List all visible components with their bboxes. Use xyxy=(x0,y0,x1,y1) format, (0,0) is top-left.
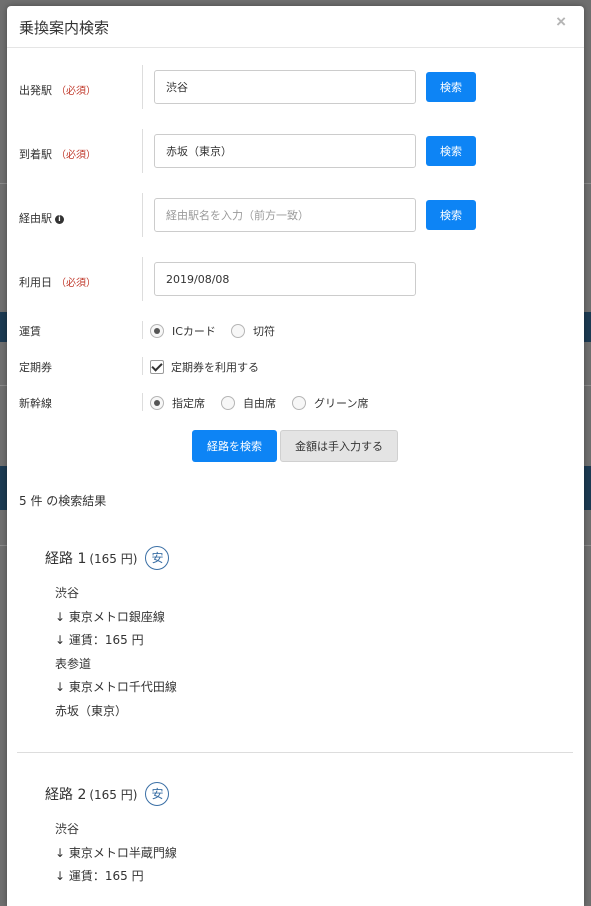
departure-label: 出発駅 （必須） xyxy=(19,82,96,98)
via-input[interactable] xyxy=(154,198,416,232)
shinkansen-label: 新幹線 xyxy=(19,397,52,410)
arrival-label-text: 到着駅 xyxy=(19,148,52,161)
field-separator xyxy=(142,193,143,237)
shinkansen-option-green[interactable]: グリーン席 xyxy=(292,395,368,411)
via-search-button[interactable]: 検索 xyxy=(426,200,476,230)
route-title: 経路 2 xyxy=(45,787,87,803)
required-mark: （必須） xyxy=(56,86,96,97)
field-separator xyxy=(142,257,143,301)
route-step: 表参道 xyxy=(55,656,92,671)
shinkansen-unreserved-label: 自由席 xyxy=(243,397,276,410)
manual-fare-button[interactable]: 金額は手入力する xyxy=(280,430,398,462)
shinkansen-unreserved-radio[interactable] xyxy=(221,396,235,410)
modal-header: 乗換案内検索 × xyxy=(7,6,584,48)
route-title: 経路 1 xyxy=(45,551,87,567)
arrival-input[interactable] xyxy=(154,134,416,168)
date-row: 利用日 （必須） xyxy=(7,257,584,301)
route-divider xyxy=(17,752,573,753)
fare-option-ticket[interactable]: 切符 xyxy=(231,323,275,339)
route-steps: 渋谷 ↓ 東京メトロ銀座線 ↓ 運賃：165 円 表参道 ↓ 東京メトロ千代田線… xyxy=(45,582,545,723)
via-label-text: 経由駅 xyxy=(19,212,52,225)
via-row: 経由駅i 検索 xyxy=(7,193,584,237)
field-separator xyxy=(142,357,143,375)
date-input[interactable] xyxy=(154,262,416,296)
arrival-row: 到着駅 （必須） 検索 xyxy=(7,129,584,173)
pass-checkbox-label: 定期券を利用する xyxy=(171,361,259,374)
shinkansen-reserved-label: 指定席 xyxy=(172,397,205,410)
route-header: 経路 2 (165 円) 安 xyxy=(45,780,545,808)
shinkansen-option-unreserved[interactable]: 自由席 xyxy=(221,395,276,411)
required-mark: （必須） xyxy=(56,278,96,289)
close-button[interactable]: × xyxy=(556,12,566,32)
route-price: (165 円) xyxy=(89,551,138,566)
route-step: 渋谷 xyxy=(55,586,80,600)
route-header: 経路 1 (165 円) 安 xyxy=(45,544,545,572)
route-search-modal: 乗換案内検索 × 出発駅 （必須） 検索 到着駅 （必須） 検索 経由駅i 検索 利… xyxy=(7,6,584,906)
departure-label-text: 出発駅 xyxy=(19,84,52,97)
route-step: ↓ 運賃：165 円 xyxy=(55,633,144,647)
field-separator xyxy=(142,129,143,173)
departure-search-button[interactable]: 検索 xyxy=(426,72,476,102)
required-mark: （必須） xyxy=(56,150,96,161)
route-price: (165 円) xyxy=(89,787,138,802)
field-separator xyxy=(142,65,143,109)
fare-ic-label: ICカード xyxy=(172,325,216,338)
shinkansen-row: 新幹線 指定席 自由席 グリーン席 xyxy=(7,392,584,412)
fare-label: 運賃 xyxy=(19,325,41,338)
route-step: ↓ 東京メトロ半蔵門線 xyxy=(55,845,177,860)
route-step: 赤坂（東京） xyxy=(55,703,128,718)
via-label: 経由駅 i xyxy=(19,210,64,226)
shinkansen-reserved-radio[interactable] xyxy=(150,396,164,410)
pass-label: 定期券 xyxy=(19,361,52,374)
route-step: 渋谷 xyxy=(55,822,80,836)
route-search-button[interactable]: 経路を検索 xyxy=(192,430,277,462)
departure-row: 出発駅 （必須） 検索 xyxy=(7,65,584,109)
pass-option[interactable]: 定期券を利用する xyxy=(150,359,259,375)
fare-ticket-radio[interactable] xyxy=(231,324,245,338)
arrival-search-button[interactable]: 検索 xyxy=(426,136,476,166)
departure-input[interactable] xyxy=(154,70,416,104)
result-count: 5 件 の検索結果 xyxy=(19,494,107,508)
date-label-text: 利用日 xyxy=(19,276,52,289)
date-label: 利用日 （必須） xyxy=(19,274,96,290)
route-card: 経路 2 (165 円) 安 渋谷 ↓ 東京メトロ半蔵門線 ↓ 運賃：165 円 xyxy=(45,780,545,889)
fare-option-ic[interactable]: ICカード xyxy=(150,323,216,339)
route-step: ↓ 運賃：165 円 xyxy=(55,869,144,883)
cheapest-badge: 安 xyxy=(145,782,170,806)
shinkansen-green-label: グリーン席 xyxy=(314,397,369,410)
info-icon[interactable]: i xyxy=(55,214,64,224)
cheapest-badge: 安 xyxy=(145,546,170,570)
modal-title: 乗換案内検索 xyxy=(19,19,110,37)
route-card: 経路 1 (165 円) 安 渋谷 ↓ 東京メトロ銀座線 ↓ 運賃：165 円 … xyxy=(45,544,545,723)
shinkansen-option-reserved[interactable]: 指定席 xyxy=(150,395,205,411)
fare-row: 運賃 ICカード 切符 xyxy=(7,320,584,340)
pass-checkbox[interactable] xyxy=(150,360,164,374)
fare-ic-radio[interactable] xyxy=(150,324,164,338)
field-separator xyxy=(142,321,143,339)
fare-ticket-label: 切符 xyxy=(253,325,275,338)
route-steps: 渋谷 ↓ 東京メトロ半蔵門線 ↓ 運賃：165 円 xyxy=(45,818,545,889)
shinkansen-green-radio[interactable] xyxy=(292,396,306,410)
route-step: ↓ 東京メトロ千代田線 xyxy=(55,680,177,694)
arrival-label: 到着駅 （必須） xyxy=(19,146,96,162)
pass-row: 定期券 定期券を利用する xyxy=(7,356,584,376)
field-separator xyxy=(142,393,143,411)
route-step: ↓ 東京メトロ銀座線 xyxy=(55,609,165,624)
